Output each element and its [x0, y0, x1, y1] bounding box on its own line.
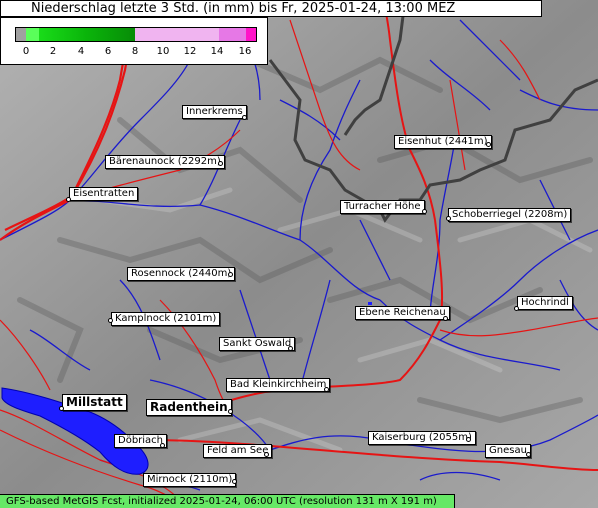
terrain-map	[0, 0, 598, 508]
place-marker-eisentratten	[66, 197, 71, 202]
place-label-schoberriegel: Schoberriegel (2208m)	[448, 208, 572, 222]
legend-tick-2: 2	[49, 46, 57, 57]
legend-14-16	[219, 27, 246, 42]
precipitation-legend: 0 2 4 6 8 10 12 14 16	[0, 17, 268, 65]
legend-below-zero	[15, 27, 26, 42]
place-label-ebene-reichenau: Ebene Reichenau	[355, 306, 450, 320]
place-label-mirnock: Mirnock (2110m)	[143, 473, 237, 487]
place-marker-kaiserburg	[466, 437, 471, 442]
legend-tick-14: 14	[210, 46, 224, 57]
place-label-kamplnock: Kamplnock (2101m)	[111, 312, 221, 326]
place-marker-mirnock	[232, 479, 237, 484]
legend-tick-4: 4	[77, 46, 85, 57]
place-label-gnesau: Gnesau	[485, 444, 531, 458]
place-label-feld-am-see: Feld am See	[203, 444, 273, 458]
place-marker-radenthein	[228, 409, 233, 414]
place-label-sankt-oswald: Sankt Oswald	[219, 337, 296, 351]
place-marker-kamplnock	[108, 318, 113, 323]
legend-tick-8: 8	[131, 46, 139, 57]
small-lake	[368, 302, 372, 305]
place-marker-millstatt	[59, 406, 64, 411]
place-marker-turracher-hoehe	[422, 209, 427, 214]
place-marker-rosennock	[228, 272, 233, 277]
legend-tick-0: 0	[22, 46, 30, 57]
legend-tick-16: 16	[238, 46, 252, 57]
legend-tick-10: 10	[156, 46, 170, 57]
place-label-eisentratten: Eisentratten	[69, 187, 139, 201]
place-label-kaiserburg: Kaiserburg (2055m)	[368, 431, 476, 445]
legend-8-14	[135, 27, 219, 42]
place-marker-feld-am-see	[264, 452, 269, 457]
place-marker-gnesau	[526, 452, 531, 457]
place-marker-doebriach	[160, 443, 165, 448]
legend-tick-6: 6	[104, 46, 112, 57]
place-marker-eisenhut	[486, 142, 491, 147]
place-marker-baerenaunock	[218, 161, 223, 166]
place-label-eisenhut: Eisenhut (2441m)	[394, 135, 492, 149]
place-label-millstatt: Millstatt	[62, 394, 127, 411]
place-label-radenthein: Radenthein	[146, 399, 232, 416]
place-marker-schoberriegel	[446, 216, 451, 221]
place-label-bad-kleinkirchheim: Bad Kleinkirchheim	[226, 378, 331, 392]
legend-0-2	[26, 27, 39, 42]
place-marker-sankt-oswald	[288, 346, 293, 351]
place-label-turracher-hoehe: Turracher Höhe	[340, 200, 425, 214]
legend-above-16	[246, 27, 257, 42]
place-marker-bad-kleinkirchheim	[324, 387, 329, 392]
place-label-rosennock: Rosennock (2440m)	[127, 267, 236, 281]
map-title: Niederschlag letzte 3 Std. (in mm) bis F…	[0, 0, 542, 17]
place-label-baerenaunock: Bärenaunock (2292m)	[105, 155, 225, 169]
place-label-hochrindl: Hochrindl	[517, 296, 573, 310]
place-marker-ebene-reichenau	[443, 316, 448, 321]
legend-2-8	[39, 27, 135, 42]
legend-tick-12: 12	[183, 46, 197, 57]
forecast-info-footer: GFS-based MetGIS Fcst, initialized 2025-…	[0, 494, 455, 508]
place-marker-hochrindl	[514, 306, 519, 311]
place-label-innerkrems: Innerkrems	[182, 105, 247, 119]
place-marker-innerkrems	[242, 115, 247, 120]
